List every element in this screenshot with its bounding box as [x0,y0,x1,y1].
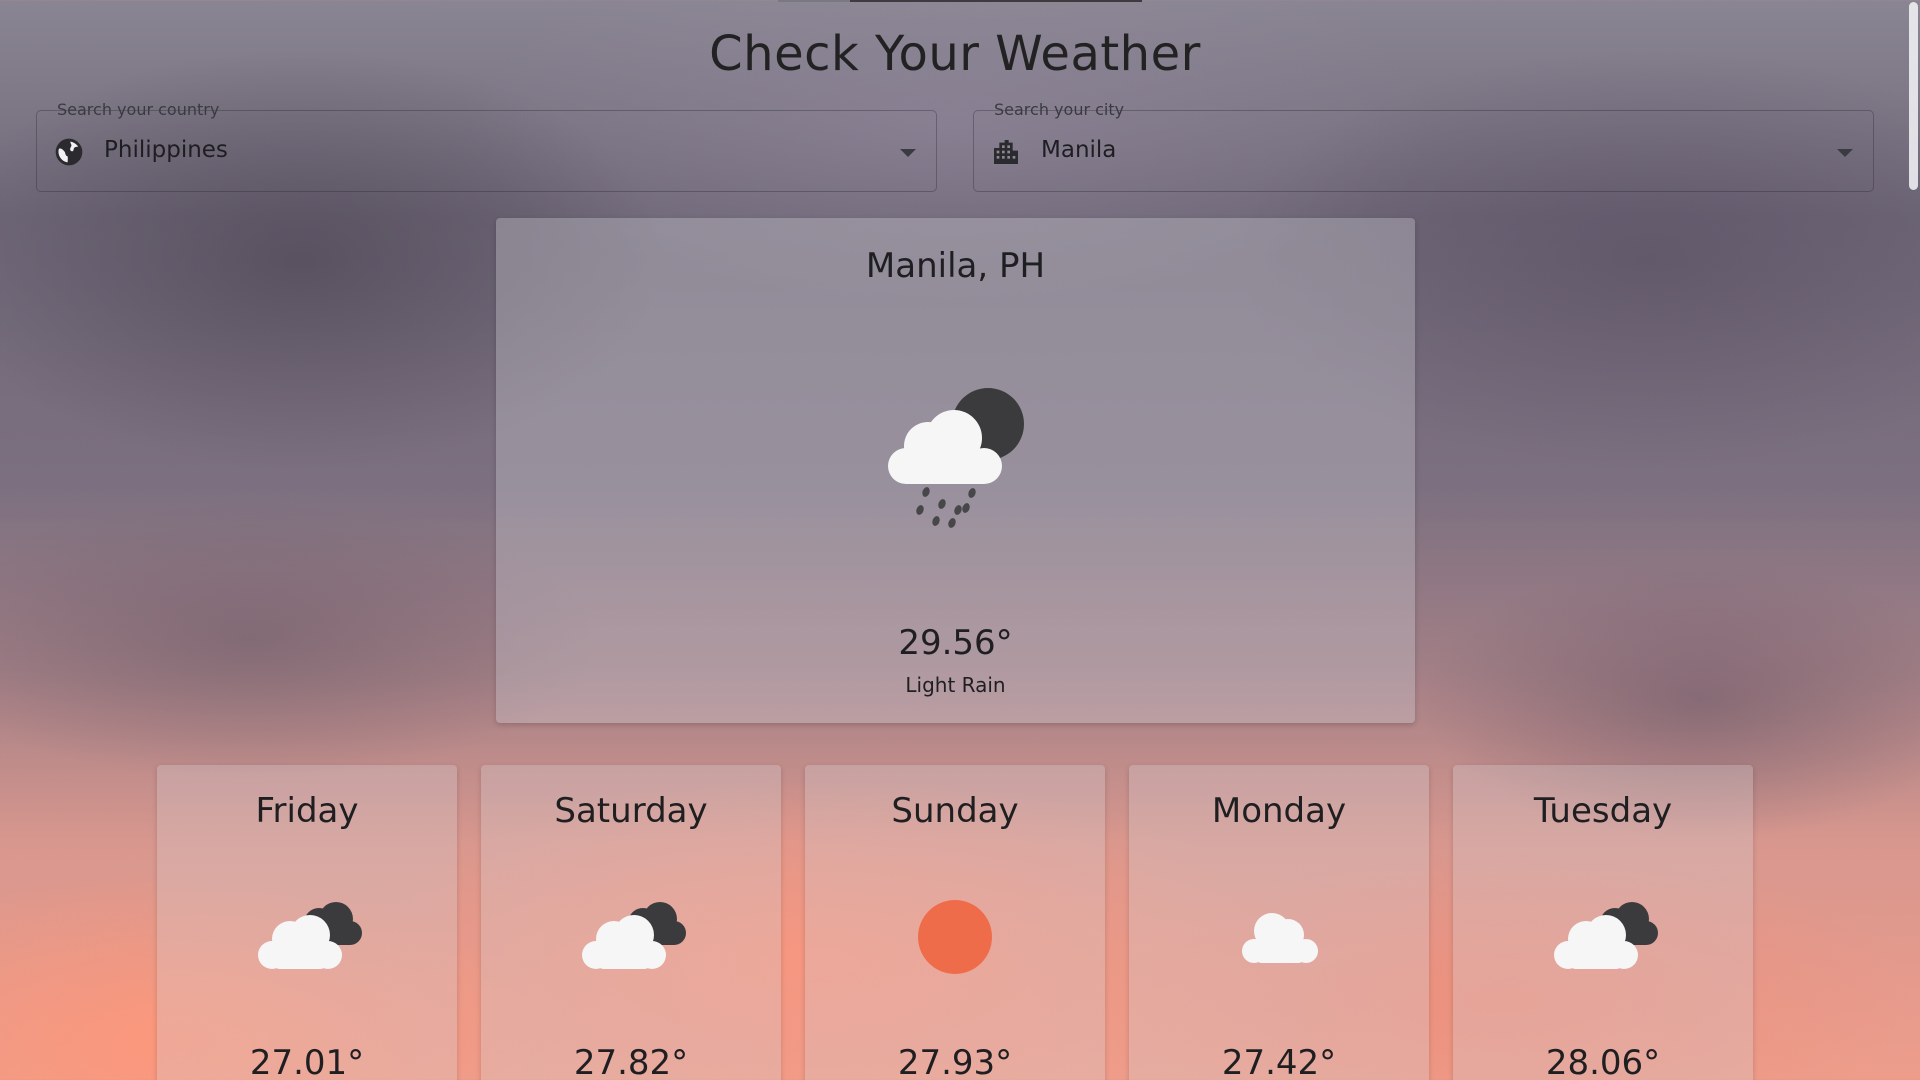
current-location: Manila, PH [865,246,1046,286]
forecast-card-monday: Monday 27.42° [1129,765,1429,1080]
forecast-temperature: 27.42° [1221,1043,1337,1080]
forecast-day: Friday [255,791,359,831]
forecast-temperature: 27.93° [897,1043,1013,1080]
forecast-temperature: 27.01° [249,1043,365,1080]
forecast-day: Saturday [554,791,708,831]
current-weather-card: Manila, PH 29.56° Light Rain [496,218,1415,723]
broken-clouds-icon [258,902,362,969]
broken-clouds-icon [582,902,686,969]
current-description: Light Rain [905,673,1006,697]
forecast-day: Sunday [891,791,1019,831]
globe-icon [55,138,83,166]
current-temperature: 29.56° [898,623,1013,663]
forecast-card-tuesday: Tuesday 28.06° [1453,765,1753,1080]
city-icon [994,140,1018,164]
forecast-temperature: 27.82° [573,1043,689,1080]
country-value: Philippines [104,137,228,163]
cloud-icon [1242,913,1318,963]
sun-icon [918,900,992,974]
city-select[interactable]: Search your city Manila [973,100,1874,192]
cloud-rain-night-icon [888,388,1024,528]
broken-clouds-icon [1554,902,1658,969]
forecast-temperature: 28.06° [1545,1043,1661,1080]
country-select[interactable]: Search your country Philippines [36,100,937,192]
chevron-down-icon[interactable] [1837,149,1853,157]
forecast-card-friday: Friday 27.01° [157,765,457,1080]
loading-bar [778,0,1142,2]
forecast-day: Tuesday [1533,791,1673,831]
scrollbar-thumb[interactable] [1909,2,1918,190]
city-select-label: Search your city [994,100,1125,119]
forecast-card-sunday: Sunday 27.93° [805,765,1105,1080]
page-title: Check Your Weather [709,26,1201,82]
country-select-label: Search your country [57,100,220,119]
forecast-card-saturday: Saturday 27.82° [481,765,781,1080]
chevron-down-icon[interactable] [900,149,916,157]
city-value: Manila [1041,137,1117,163]
scrollbar[interactable] [1908,0,1920,1080]
forecast-day: Monday [1211,791,1347,831]
